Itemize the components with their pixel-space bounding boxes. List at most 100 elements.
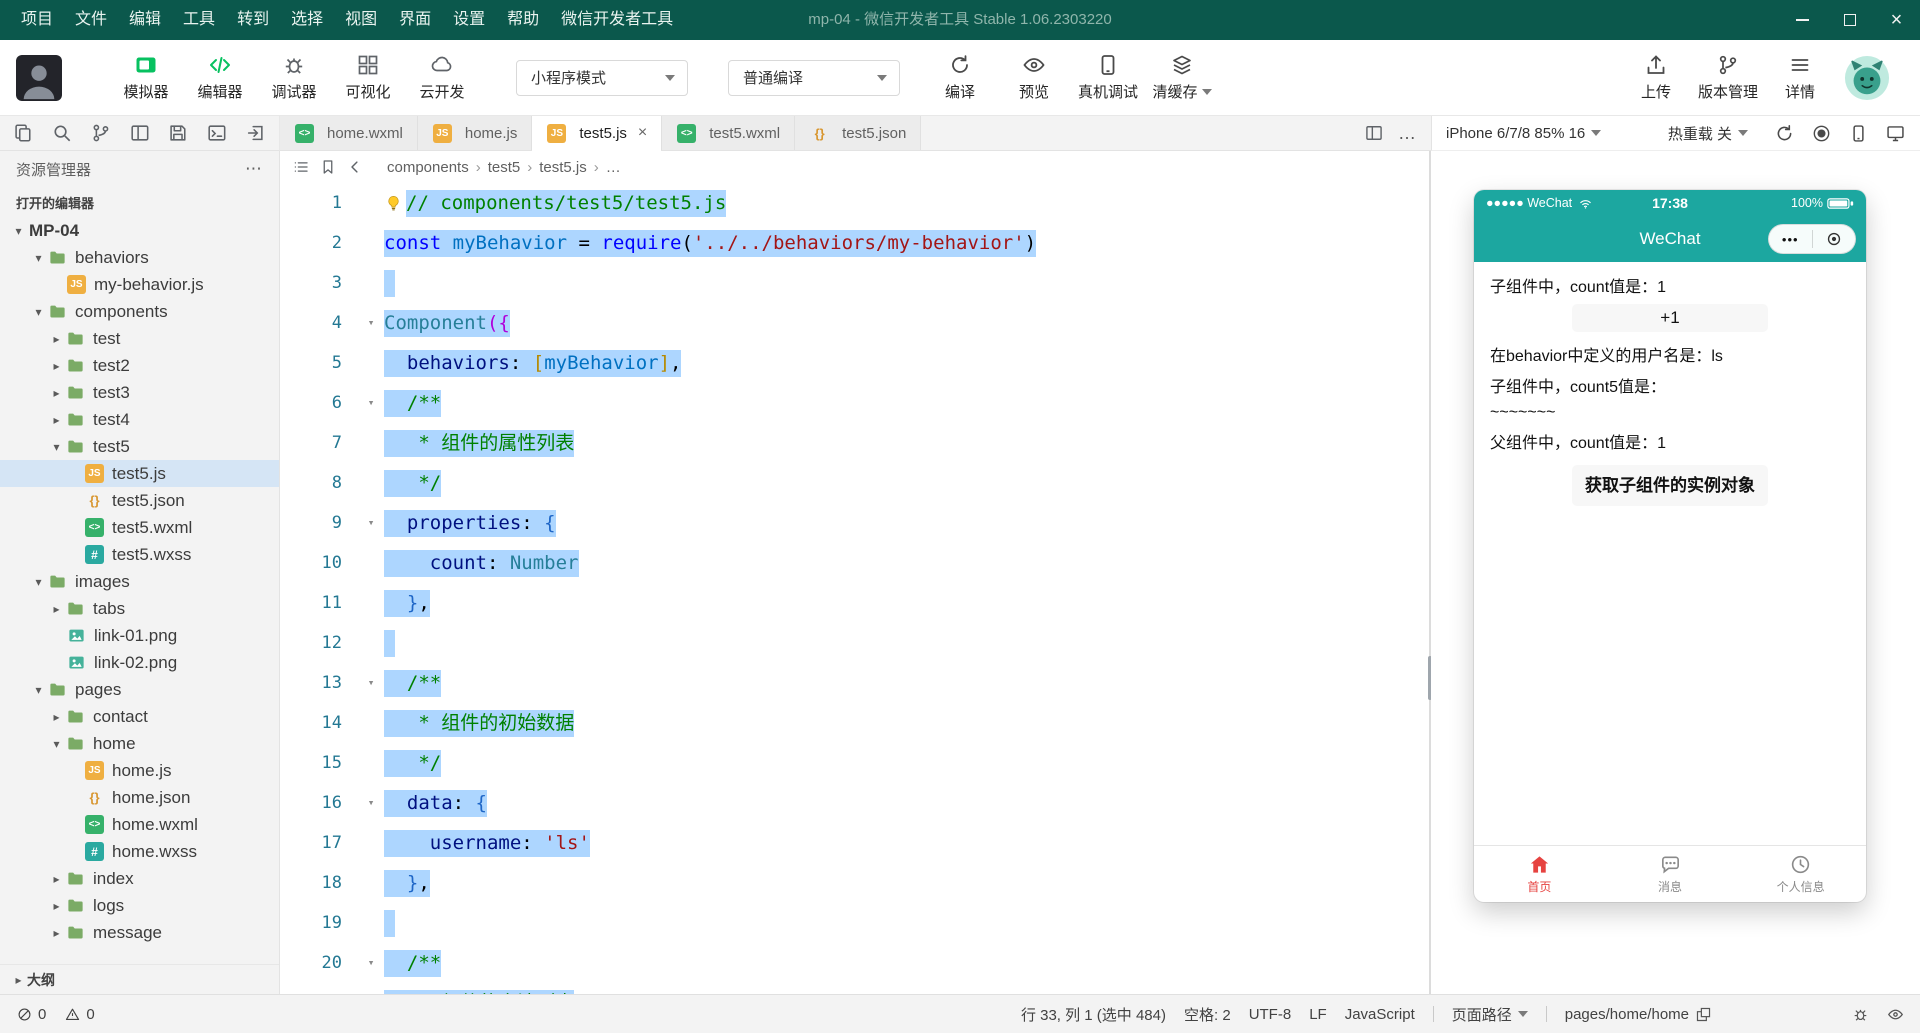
tab-test5-json[interactable]: {} test5.json [795,116,922,150]
breadcrumb-item[interactable]: test5.js [539,159,587,176]
more-actions-icon[interactable]: … [1398,123,1417,144]
compile-mode-select[interactable]: 普通编译 [728,59,900,96]
fold-icon[interactable]: ▾ [358,663,384,703]
phone-icon[interactable] [1848,123,1869,144]
back-icon[interactable] [346,158,364,176]
tree-item-home[interactable]: ▾ home [0,730,279,757]
eol-setting[interactable]: LF [1309,1006,1327,1023]
tabbar-item-消息[interactable]: 消息 [1605,846,1736,902]
search-icon[interactable] [51,122,73,144]
close-tab-icon[interactable]: × [638,124,647,142]
export-icon[interactable] [245,122,267,144]
tree-item-test[interactable]: ▸ test [0,325,279,352]
encoding-setting[interactable]: UTF-8 [1249,1006,1292,1023]
menu-item[interactable]: 帮助 [496,0,550,40]
indent-setting[interactable]: 空格: 2 [1184,1004,1231,1025]
tree-item-behaviors[interactable]: ▾ behaviors [0,244,279,271]
minimize-button[interactable] [1779,0,1826,40]
tree-item-images[interactable]: ▾ images [0,568,279,595]
page-path[interactable]: pages/home/home [1565,1006,1712,1023]
tree-item-home-wxml[interactable]: <> home.wxml [0,811,279,838]
menu-item[interactable]: 项目 [10,0,64,40]
cloud-button[interactable]: 云开发 [410,53,474,102]
error-count[interactable]: 0 [16,1006,46,1023]
tree-item-test5-js[interactable]: JS test5.js [0,460,279,487]
tree-item-test3[interactable]: ▸ test3 [0,379,279,406]
mp-button[interactable]: +1 [1572,304,1768,332]
mp-button[interactable]: 获取子组件的实例对象 [1572,465,1768,506]
language-mode[interactable]: JavaScript [1345,1006,1415,1023]
menu-item[interactable]: 微信开发者工具 [550,0,684,40]
tree-item-home-json[interactable]: {} home.json [0,784,279,811]
tab-home-js[interactable]: JS home.js [417,116,533,150]
code-editor[interactable]: components › test5 › test5.js › … 1 // componen… [280,151,1429,994]
preview-visibility-icon[interactable] [1887,1006,1904,1023]
outline-section[interactable]: ▸ 大纲 [0,964,279,994]
fold-icon[interactable]: ▾ [358,783,384,823]
code-area[interactable]: 1 // components/test5/test5.js 2 const myBe… [280,183,1429,994]
tree-item-test5-json[interactable]: {} test5.json [0,487,279,514]
tree-item-contact[interactable]: ▸ contact [0,703,279,730]
tab-test5-wxml[interactable]: <> test5.wxml [662,116,796,150]
more-icon[interactable]: ⋯ [245,159,263,179]
tree-item-index[interactable]: ▸ index [0,865,279,892]
menu-item[interactable]: 转到 [226,0,280,40]
menu-item[interactable]: 工具 [172,0,226,40]
menu-item[interactable]: 文件 [64,0,118,40]
split-editor-icon[interactable] [1364,123,1384,143]
menu-item[interactable]: 界面 [388,0,442,40]
clear-cache-button[interactable]: 清缓存 [1150,53,1214,102]
user-avatar[interactable] [16,54,62,101]
compile-button[interactable]: 编译 [928,53,992,102]
bookmark-icon[interactable] [319,158,337,176]
open-editors-section[interactable]: 打开的编辑器 [0,187,279,217]
preview-button[interactable]: 预览 [1002,53,1066,102]
git-branch-icon[interactable] [90,122,112,144]
tab-home-wxml[interactable]: <> home.wxml [280,116,418,150]
tabbar-item-个人信息[interactable]: 个人信息 [1735,846,1866,902]
menu-dots-icon[interactable]: ••• [1769,232,1812,247]
terminal-icon[interactable] [206,122,228,144]
tree-item-components[interactable]: ▾ components [0,298,279,325]
tree-item-my-behavior-js[interactable]: JS my-behavior.js [0,271,279,298]
tree-item-project-root[interactable]: ▾ MP-04 [0,217,279,244]
breadcrumb-item[interactable]: … [606,159,621,176]
fold-icon[interactable]: ▾ [358,303,384,343]
cursor-position[interactable]: 行 33, 列 1 (选中 484) [1021,1004,1166,1025]
tabbar-item-首页[interactable]: 首页 [1474,846,1605,902]
screen-icon[interactable] [1885,123,1906,144]
tree-item-link-01-png[interactable]: link-01.png [0,622,279,649]
list-icon[interactable] [292,158,310,176]
tree-item-test2[interactable]: ▸ test2 [0,352,279,379]
tree-item-test4[interactable]: ▸ test4 [0,406,279,433]
breadcrumb-item[interactable]: test5 [488,159,521,176]
menu-item[interactable]: 设置 [442,0,496,40]
menu-item[interactable]: 视图 [334,0,388,40]
visual-button[interactable]: 可视化 [336,53,400,102]
fold-icon[interactable]: ▾ [358,383,384,423]
warning-count[interactable]: 0 [64,1006,95,1023]
remote-debug-button[interactable]: 真机调试 [1076,53,1140,102]
tree-item-home-wxss[interactable]: # home.wxss [0,838,279,865]
simulator-button[interactable]: 模拟器 [114,53,178,102]
tree-item-tabs[interactable]: ▸ tabs [0,595,279,622]
tree-item-pages[interactable]: ▾ pages [0,676,279,703]
tree-item-home-js[interactable]: JS home.js [0,757,279,784]
tree-item-logs[interactable]: ▸ logs [0,892,279,919]
tree-item-message[interactable]: ▸ message [0,919,279,946]
fold-icon[interactable]: ▾ [358,503,384,543]
menu-item[interactable]: 选择 [280,0,334,40]
record-icon[interactable] [1811,123,1832,144]
mode-select[interactable]: 小程序模式 [516,59,688,96]
save-icon[interactable] [167,122,189,144]
editor-button[interactable]: 编辑器 [188,53,252,102]
debugger-button[interactable]: 调试器 [262,53,326,102]
refresh-icon[interactable] [1774,123,1795,144]
device-select[interactable]: iPhone 6/7/8 85% 16 [1446,125,1585,142]
tree-item-test5-wxml[interactable]: <> test5.wxml [0,514,279,541]
debug-icon[interactable] [1852,1006,1869,1023]
tree-item-test5-wxss[interactable]: # test5.wxss [0,541,279,568]
maximize-button[interactable] [1826,0,1873,40]
breadcrumb-item[interactable]: components [387,159,469,176]
layout-icon[interactable] [129,122,151,144]
